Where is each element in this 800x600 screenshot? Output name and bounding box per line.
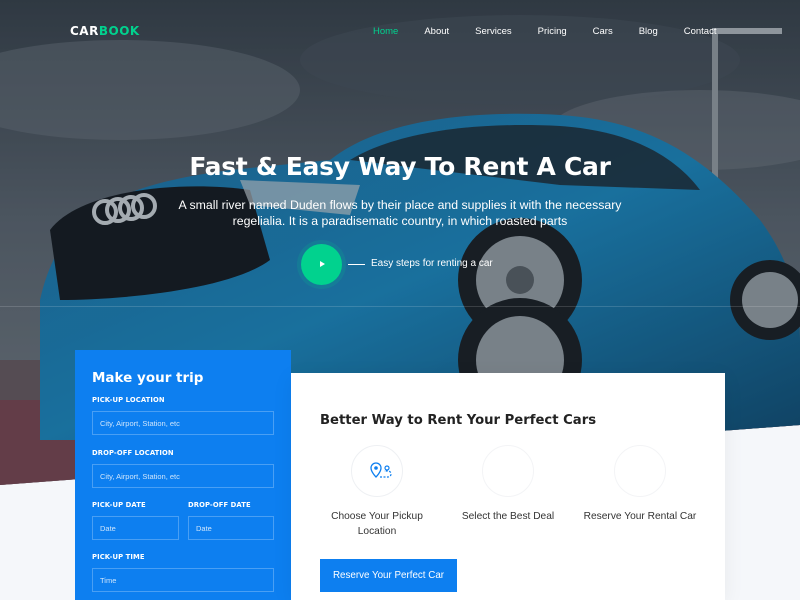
play-icon (320, 261, 325, 267)
trip-form-title: Make your trip (92, 370, 204, 386)
pickup-date-input[interactable] (92, 516, 179, 540)
steps-line (348, 264, 365, 265)
nav-pricing[interactable]: Pricing (538, 26, 567, 37)
nav-home[interactable]: Home (373, 26, 398, 37)
brand-part-2: BOOK (98, 24, 140, 38)
nav-blog[interactable]: Blog (639, 26, 658, 37)
step-reserve-label: Reserve Your Rental Car (583, 511, 697, 522)
nav-about[interactable]: About (424, 26, 449, 37)
pickup-location-input[interactable] (92, 411, 274, 435)
play-button[interactable] (301, 244, 342, 285)
step-pickup-label: Choose Your Pickup Location (331, 511, 423, 537)
brand-logo[interactable]: CARBOOK (70, 24, 140, 38)
info-title: Better Way to Rent Your Perfect Cars (320, 413, 597, 428)
nav-contact[interactable]: Contact (684, 26, 717, 37)
pickup-time-input[interactable] (92, 568, 274, 592)
dropoff-date-input[interactable] (188, 516, 274, 540)
trip-form: Make your trip PICK-UP LOCATION DROP-OFF… (75, 350, 291, 600)
dropoff-date-label: DROP-OFF DATE (188, 501, 251, 509)
nav-services[interactable]: Services (475, 26, 511, 37)
dropoff-location-label: DROP-OFF LOCATION (92, 449, 174, 457)
nav-cars[interactable]: Cars (593, 26, 613, 37)
pickup-date-label: PICK-UP DATE (92, 501, 146, 509)
info-panel: Better Way to Rent Your Perfect Cars Cho… (291, 373, 725, 600)
route-pin-icon (351, 445, 403, 497)
step-deal-label: Select the Best Deal (461, 511, 555, 522)
reserve-button[interactable]: Reserve Your Perfect Car (320, 559, 457, 592)
brand-part-1: CAR (70, 24, 99, 38)
deal-icon (482, 445, 534, 497)
dropoff-location-input[interactable] (92, 464, 274, 488)
hero-text: A small river named Duden flows by their… (178, 198, 622, 228)
navbar: CARBOOK Home About Services Pricing Cars… (0, 0, 800, 62)
pickup-time-label: PICK-UP TIME (92, 553, 145, 561)
car-icon (614, 445, 666, 497)
hero-title: Fast & Easy Way To Rent A Car (189, 152, 611, 181)
pickup-location-label: PICK-UP LOCATION (92, 396, 165, 404)
nav-links: Home About Services Pricing Cars Blog Co… (373, 26, 742, 37)
easy-steps-link[interactable]: Easy steps for renting a car (371, 258, 493, 269)
image-seam (0, 306, 800, 307)
